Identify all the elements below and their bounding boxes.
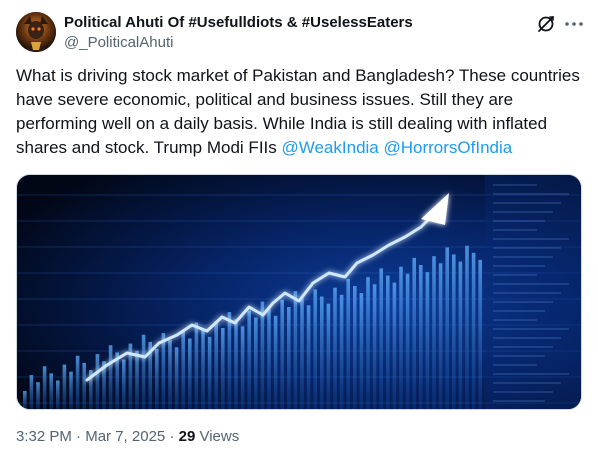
decorative-bar (359, 293, 364, 409)
decorative-bar (372, 284, 377, 409)
decorative-bar (56, 380, 60, 409)
decorative-bar (287, 307, 291, 409)
decorative-bar (478, 259, 482, 409)
decorative-bar (320, 296, 324, 409)
decorative-bar (366, 277, 370, 409)
decorative-bar (267, 308, 271, 409)
decorative-bar (188, 338, 192, 409)
decorative-bar (214, 320, 218, 409)
decorative-bar (412, 257, 416, 409)
mention-horrorsofindia[interactable]: @HorrorsOfIndia (384, 138, 513, 157)
decorative-bar (36, 382, 40, 409)
decorative-bar (313, 289, 317, 409)
decorative-bar (280, 299, 284, 409)
tweet-time[interactable]: 3:32 PM (16, 428, 72, 445)
decorative-bar (234, 319, 238, 409)
avatar-image (16, 12, 56, 52)
decorative-bar (465, 245, 469, 409)
decorative-bar (452, 254, 456, 409)
decorative-bar (75, 355, 80, 409)
decorative-bar (95, 354, 100, 409)
decorative-bar (405, 273, 410, 409)
author-name[interactable]: Political Ahuti Of #Usefulldiots & #Usel… (64, 14, 413, 31)
decorative-bar (425, 272, 430, 409)
decorative-bar (392, 282, 397, 409)
mention-weakindia[interactable]: @WeakIndia (281, 138, 378, 157)
decorative-bar (194, 322, 199, 409)
decorative-bar (135, 350, 139, 409)
decorative-bar (161, 333, 166, 409)
decorative-bar (458, 261, 463, 409)
decorative-bar (240, 326, 245, 409)
decorative-bar (207, 336, 212, 409)
decorative-bar (254, 317, 258, 409)
author-handle[interactable]: @_PoliticalAhuti (64, 34, 173, 51)
decorative-bar (419, 265, 423, 409)
tweet[interactable]: Political Ahuti Of #Usefulldiots & #Usel… (0, 0, 598, 456)
decorative-bar (174, 347, 179, 409)
decorative-bar (300, 298, 304, 409)
more-horizontal-icon (565, 22, 583, 26)
decorative-bar (260, 301, 265, 409)
tweet-meta: 3:32 PM · Mar 7, 2025 · 29 Views (16, 428, 239, 445)
decorative-bar (353, 286, 357, 409)
decorative-bar (326, 303, 331, 409)
decorative-bar (23, 391, 27, 409)
decorative-bar (201, 329, 205, 409)
decorative-bar (306, 305, 311, 409)
views-label: Views (195, 428, 240, 445)
grok-button[interactable] (534, 12, 558, 36)
grok-icon (538, 16, 554, 32)
decorative-bar (432, 256, 436, 409)
decorative-bar (438, 263, 443, 409)
stock-chart-image (17, 175, 581, 409)
decorative-bar (339, 294, 344, 409)
decorative-bar (221, 328, 225, 409)
meta-separator: · (165, 428, 179, 445)
decorative-bar (445, 247, 449, 409)
decorative-bar (181, 331, 185, 409)
decorative-bar (399, 266, 403, 409)
tweet-text: What is driving stock market of Pakistan… (16, 64, 586, 160)
decorative-bar (386, 275, 390, 409)
decorative-bar (155, 349, 159, 409)
decorative-bar (227, 312, 232, 409)
views-count: 29 (178, 428, 196, 445)
more-button[interactable] (562, 12, 586, 36)
decorative-bar (471, 252, 476, 409)
decorative-bar (141, 334, 146, 409)
decorative-bar (122, 359, 126, 409)
tweet-image[interactable] (16, 174, 582, 410)
meta-separator: · (71, 428, 86, 445)
decorative-bar (49, 373, 53, 409)
avatar[interactable] (16, 12, 56, 52)
decorative-bar (29, 375, 34, 409)
decorative-bar (379, 268, 383, 409)
decorative-bar (108, 345, 113, 409)
tweet-date[interactable]: Mar 7, 2025 (85, 428, 165, 445)
decorative-bar (333, 287, 337, 409)
decorative-bar (273, 315, 278, 409)
